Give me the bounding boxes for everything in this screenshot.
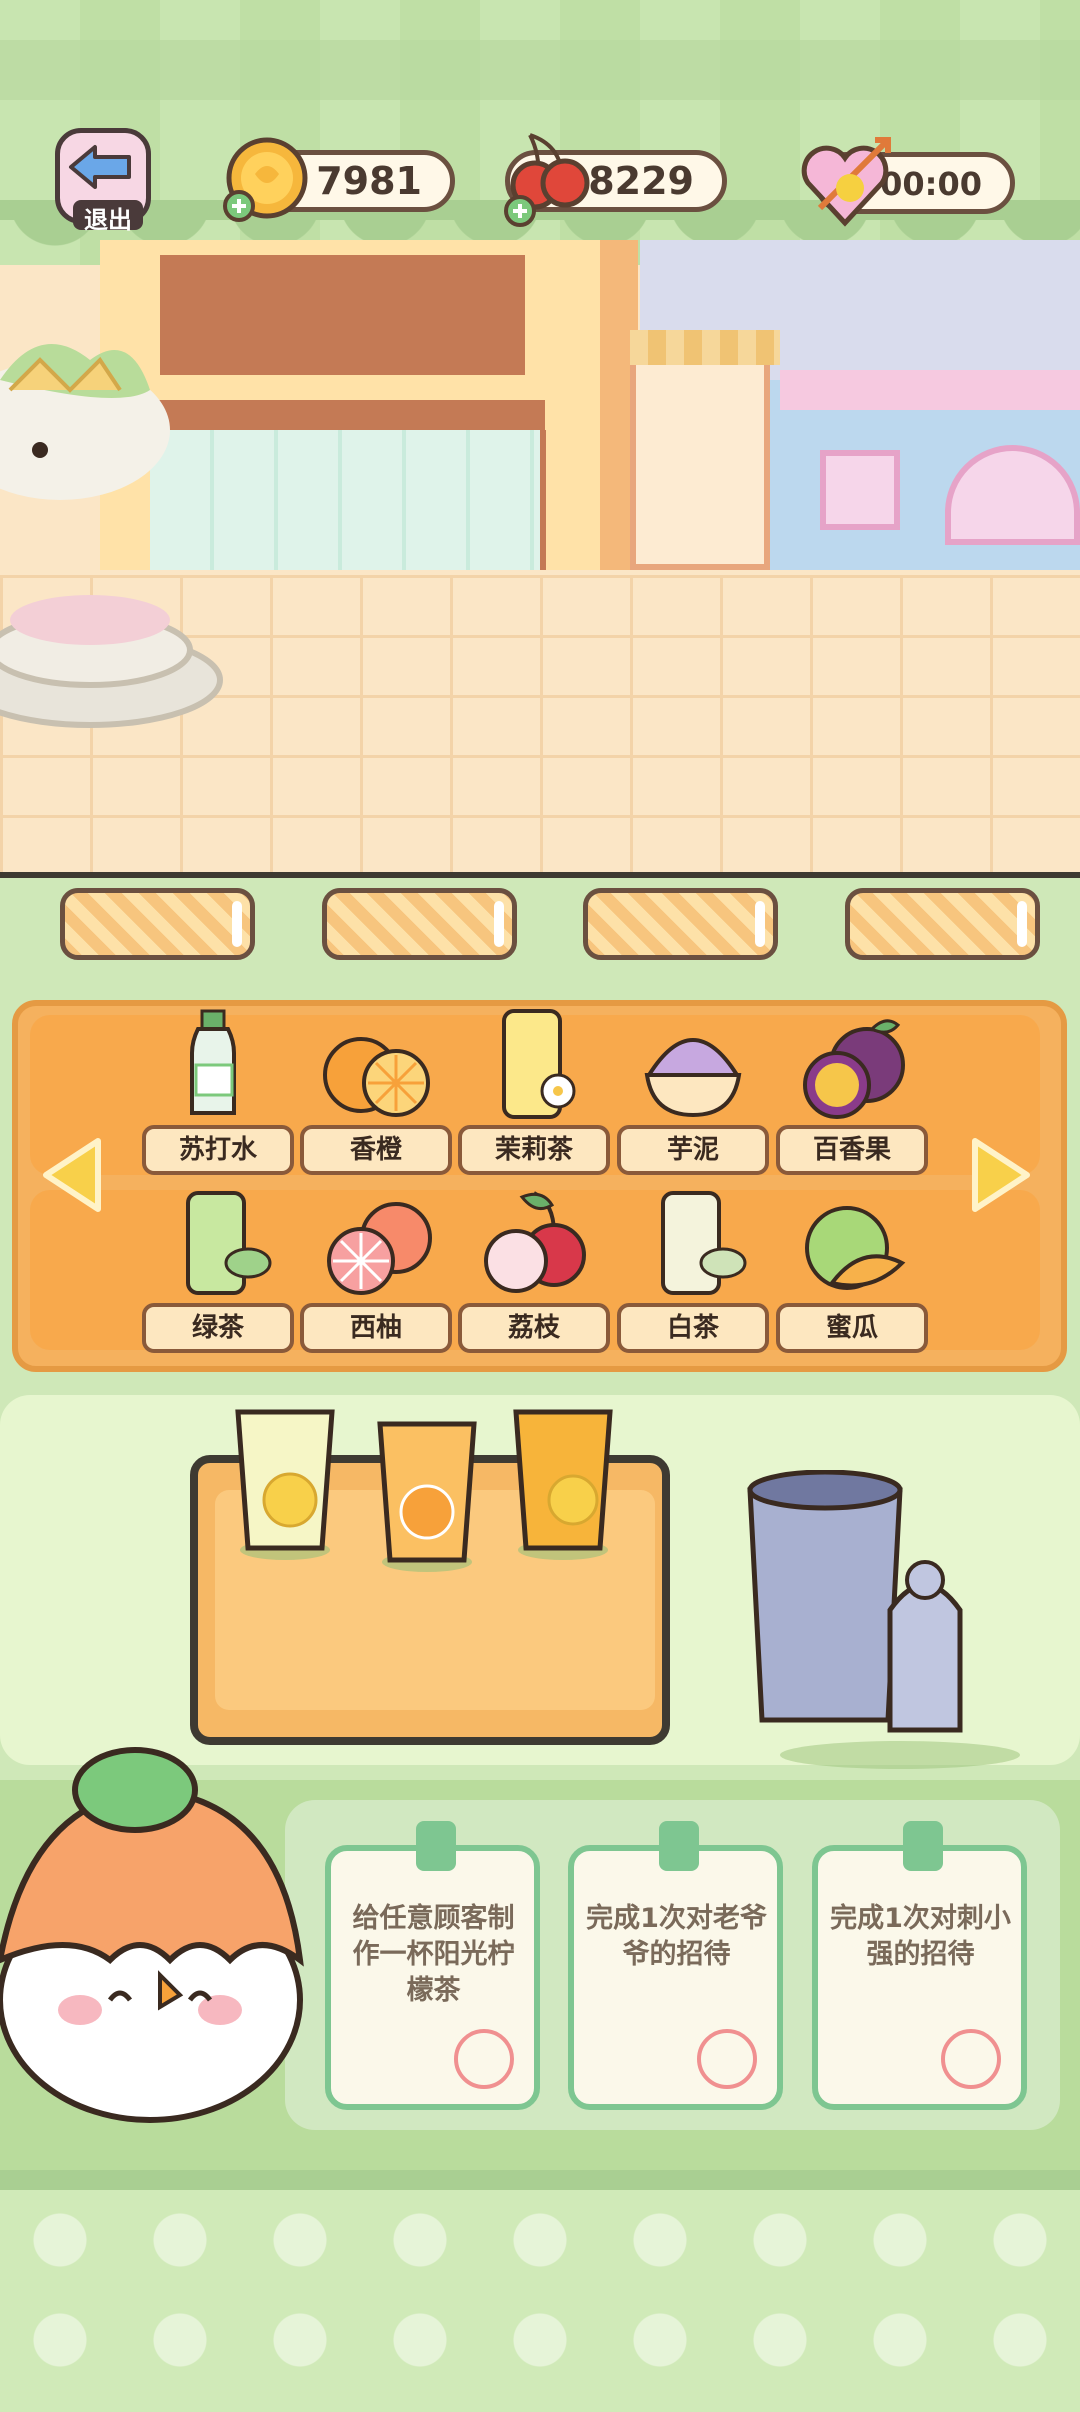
ingredient-soda[interactable]: 苏打水 [142,1005,294,1185]
green-tea-icon [186,1191,272,1295]
exit-label: 退出 [73,200,143,234]
prev-page-arrow-icon[interactable] [38,1135,108,1215]
cherry-value: 8229 [588,159,694,203]
shop-door [630,330,770,570]
ingredient-label: 香橙 [300,1125,452,1175]
ingredient-jasmine-tea[interactable]: 茉莉茶 [458,1005,610,1185]
lemon-tea-cup-icon[interactable] [230,1400,340,1560]
taro-paste-icon [644,1038,742,1118]
top-stripe [0,40,1080,100]
cherry-icon [504,133,590,227]
lychee-icon [484,1191,586,1293]
task-text: 给任意顾客制作一杯阳光柠檬茶 [352,1903,515,2006]
cabbage-character-icon [0,344,170,500]
jasmine-tea-icon [502,1009,576,1119]
ingredient-melon[interactable]: 蜜瓜 [776,1183,928,1363]
seat-cushion-4[interactable] [845,888,1040,960]
bottom-dots [0,2190,1080,2412]
ingredient-label: 苏打水 [142,1125,294,1175]
mascot-icon [0,1747,304,2123]
task-card-1[interactable]: 给任意顾客制作一杯阳光柠檬茶 [325,1821,540,2110]
check-icon [941,2029,1001,2089]
task-text: 完成1次对老爷爷的招待 [586,1903,767,1970]
ingredient-lychee[interactable]: 荔枝 [458,1183,610,1363]
ingredient-label: 荔枝 [458,1303,610,1353]
grapefruit-icon [327,1202,432,1295]
ingredient-taro[interactable]: 芋泥 [617,1005,769,1185]
ingredient-green-tea[interactable]: 绿茶 [142,1183,294,1363]
soda-bottle-icon [190,1009,236,1115]
shop-left-awning [140,400,545,430]
ingredient-label: 白茶 [617,1303,769,1353]
white-tea-icon [661,1191,747,1295]
shaker-icon[interactable] [740,1470,1020,1770]
next-page-arrow-icon[interactable] [965,1135,1035,1215]
back-arrow-icon [69,145,131,189]
pink-window-square [820,450,900,530]
orange-drink-cup-icon[interactable] [372,1412,482,1572]
seat-cushion-1[interactable] [60,888,255,960]
ingredient-label: 茉莉茶 [458,1125,610,1175]
bottom-bar [0,2170,1080,2190]
ingredient-label: 绿茶 [142,1303,294,1353]
seat-cushion-2[interactable] [322,888,517,960]
seat-cushion-3[interactable] [583,888,778,960]
task-text: 完成1次对刺小强的招待 [830,1903,1011,1970]
shop-right-trim [780,370,1080,410]
melon-icon [805,1206,906,1290]
ingredient-label: 百香果 [776,1125,928,1175]
ingredient-passion-fruit[interactable]: 百香果 [776,1005,928,1185]
task-card-2[interactable]: 完成1次对老爷爷的招待 [568,1821,783,2110]
ingredient-label: 芋泥 [617,1125,769,1175]
passion-drink-cup-icon[interactable] [508,1400,618,1560]
fountain-icon [0,595,223,728]
passion-fruit-icon [803,1019,905,1119]
ingredient-white-tea[interactable]: 白茶 [617,1183,769,1363]
ingredient-label: 蜜瓜 [776,1303,928,1353]
orange-icon [323,1037,430,1117]
door-awning [630,330,780,365]
shop-window-grid [160,255,525,375]
clip-icon [659,1821,699,1871]
check-icon [454,2029,514,2089]
coin-value: 7981 [316,159,422,203]
ingredient-label: 西柚 [300,1303,452,1353]
check-icon [697,2029,757,2089]
coin-icon [223,137,308,222]
ingredient-orange[interactable]: 香橙 [300,1005,452,1185]
heart-arrow-icon [801,137,891,227]
bottom-strip [0,2170,1080,2412]
ingredient-grapefruit[interactable]: 西柚 [300,1183,452,1363]
task-card-3[interactable]: 完成1次对刺小强的招待 [812,1821,1027,2110]
clip-icon [903,1821,943,1871]
clip-icon [416,1821,456,1871]
exit-button[interactable]: 退出 [55,128,155,238]
